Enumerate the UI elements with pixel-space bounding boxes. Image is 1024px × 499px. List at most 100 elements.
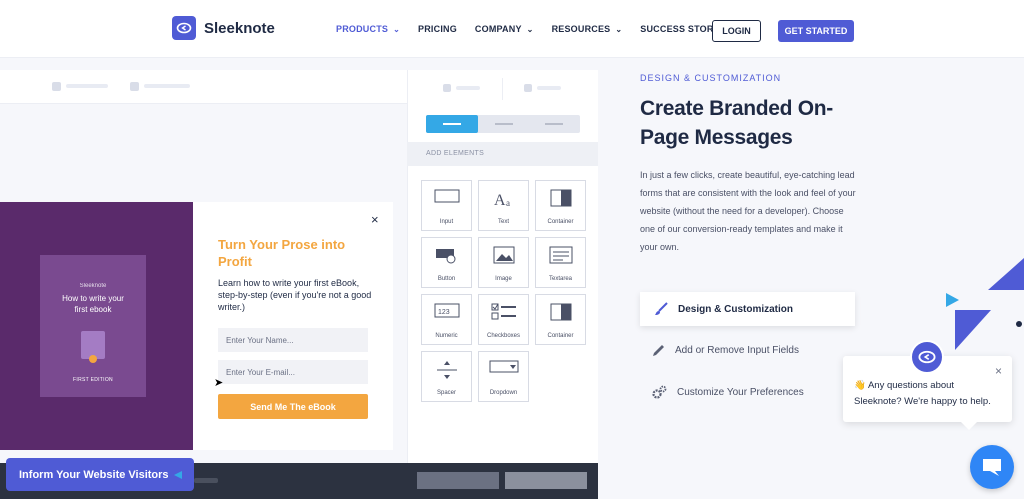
- close-icon[interactable]: ×: [995, 364, 1002, 378]
- chevron-down-icon: ⌄: [393, 24, 401, 34]
- name-input[interactable]: [218, 328, 368, 352]
- tile-label: Numeric: [435, 333, 458, 339]
- ebook-cover: Sleeknote How to write your first ebook …: [40, 255, 146, 397]
- book-edition: FIRST EDITION: [73, 377, 113, 383]
- element-tile-text[interactable]: Aa Text: [478, 180, 529, 231]
- element-tile-button[interactable]: Button: [421, 237, 472, 288]
- tile-label: Spacer: [436, 390, 456, 396]
- checkboxes-icon: [479, 303, 528, 321]
- element-tile-textarea[interactable]: Textarea: [535, 237, 586, 288]
- tile-label: Container: [547, 333, 574, 339]
- book-brand: Sleeknote: [79, 283, 107, 289]
- chevron-down-icon: ⌄: [526, 24, 534, 34]
- feature-tab-input-fields[interactable]: Add or Remove Input Fields: [652, 344, 799, 357]
- nav-label: PRODUCTS: [336, 24, 389, 34]
- chat-icon: [981, 457, 1003, 477]
- element-tile-image[interactable]: Image: [478, 237, 529, 288]
- feature-label: Design & Customization: [678, 303, 794, 315]
- toolbar-placeholder-icon: [52, 82, 61, 91]
- decor-dot: [1016, 321, 1022, 327]
- element-tile-numeric[interactable]: 123 Numeric: [421, 294, 472, 345]
- svg-text:A: A: [494, 192, 506, 209]
- book-icon: [81, 331, 105, 363]
- tile-label: Image: [495, 276, 512, 282]
- bottom-bar-placeholder: [194, 478, 218, 483]
- mouse-cursor-icon: ➤: [214, 377, 224, 389]
- tab-indicator[interactable]: [545, 123, 563, 125]
- element-tile-dropdown[interactable]: Dropdown: [478, 351, 529, 402]
- feature-label: Customize Your Preferences: [677, 386, 804, 398]
- toolbar-placeholder-icon: [130, 82, 139, 91]
- logo[interactable]: Sleeknote: [172, 16, 275, 40]
- panel-placeholder-icon: [443, 84, 451, 92]
- element-tile-spacer[interactable]: Spacer: [421, 351, 472, 402]
- section-heading: Create Branded On-Page Messages: [640, 97, 833, 149]
- add-elements-label: ADD ELEMENTS: [426, 150, 485, 157]
- text-icon: Aa: [479, 189, 528, 209]
- dropdown-icon: [479, 360, 528, 374]
- element-tile-checkboxes[interactable]: Checkboxes: [478, 294, 529, 345]
- tab-indicator[interactable]: [495, 123, 513, 125]
- panel-divider: [502, 78, 503, 100]
- tile-label: Textarea: [548, 276, 572, 282]
- tab-indicator: [443, 123, 461, 125]
- chat-message: 👋 Any questions about Sleeknote? We're h…: [854, 378, 1004, 410]
- decor-triangle: [946, 293, 959, 307]
- feature-tab-design[interactable]: Design & Customization: [640, 292, 855, 326]
- popup-body: Learn how to write your first eBook, ste…: [218, 278, 372, 312]
- container-icon: [536, 189, 585, 207]
- email-input[interactable]: [218, 360, 368, 384]
- nav-pricing[interactable]: PRICING: [418, 24, 457, 34]
- nav-company[interactable]: COMPANY ⌄: [475, 24, 534, 34]
- section-description: In just a few clicks, create beautiful, …: [640, 170, 856, 252]
- close-icon[interactable]: ×: [371, 212, 379, 227]
- get-started-button[interactable]: GET STARTED: [778, 20, 854, 42]
- tile-label: Input: [439, 219, 454, 225]
- nav-label: COMPANY: [474, 24, 522, 34]
- nav-label: RESOURCES: [551, 24, 611, 34]
- tile-label: Dropdown: [489, 390, 518, 396]
- toolbar-placeholder: [144, 84, 190, 88]
- send-ebook-button[interactable]: Send Me The eBook: [218, 394, 368, 419]
- inform-visitors-badge[interactable]: Inform Your Website Visitors: [6, 458, 194, 491]
- nav-resources[interactable]: RESOURCES ⌄: [552, 24, 623, 34]
- editor-toolbar: [0, 70, 407, 104]
- spacer-icon: [422, 360, 471, 380]
- bottom-bar-button[interactable]: [505, 472, 587, 489]
- gears-icon: [652, 385, 667, 399]
- login-button[interactable]: LOGIN: [712, 20, 761, 42]
- button-icon: [422, 246, 471, 266]
- tile-label: Button: [437, 276, 456, 282]
- feature-label: Add or Remove Input Fields: [675, 345, 799, 356]
- chat-avatar: [910, 340, 944, 374]
- decor-triangle: [955, 310, 991, 350]
- toolbar-placeholder: [66, 84, 108, 88]
- container-icon: [536, 303, 585, 321]
- logo-text: Sleeknote: [204, 19, 275, 37]
- chevron-down-icon: ⌄: [615, 24, 623, 34]
- panel-placeholder: [456, 86, 480, 90]
- tile-label: Checkboxes: [486, 333, 521, 339]
- play-arrow-icon: [173, 470, 183, 480]
- panel-placeholder: [537, 86, 561, 90]
- image-icon: [479, 246, 528, 264]
- inform-badge-label: Inform Your Website Visitors: [19, 468, 169, 481]
- element-tile-input[interactable]: Input: [421, 180, 472, 231]
- nav-label: PRICING: [418, 24, 457, 34]
- bottom-bar-button[interactable]: [417, 472, 499, 489]
- popup-title: Turn Your Prose into Profit: [218, 237, 346, 269]
- decor-triangle: [988, 258, 1024, 290]
- tile-label: Container: [547, 219, 574, 225]
- feature-tab-preferences[interactable]: Customize Your Preferences: [652, 385, 804, 399]
- section-eyebrow: DESIGN & CUSTOMIZATION: [640, 73, 782, 83]
- svg-text:a: a: [506, 198, 510, 208]
- chat-message-text: Any questions about Sleeknote? We're hap…: [854, 380, 991, 407]
- sleeknote-logo-icon: [172, 16, 196, 40]
- element-tile-container[interactable]: Container: [535, 294, 586, 345]
- textarea-icon: [536, 246, 585, 264]
- nav-products[interactable]: PRODUCTS ⌄: [336, 24, 400, 34]
- brush-icon: [654, 302, 668, 316]
- element-tile-container[interactable]: Container: [535, 180, 586, 231]
- book-title: How to write your first ebook: [62, 294, 124, 314]
- chat-launcher-button[interactable]: [970, 445, 1014, 489]
